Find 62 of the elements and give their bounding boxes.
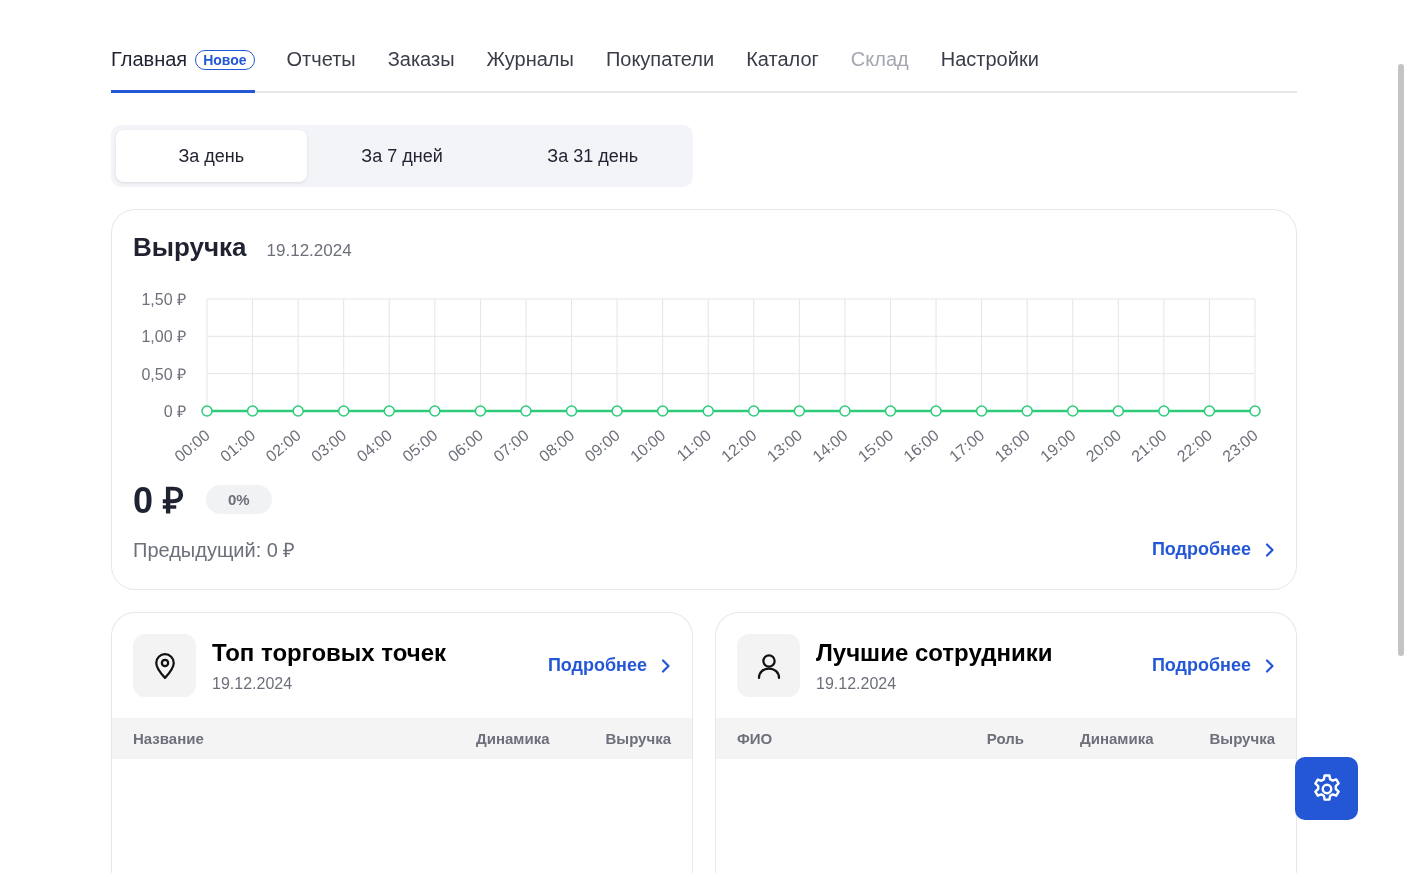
date-label: 19.12.2024 bbox=[266, 241, 352, 261]
data-point bbox=[520, 405, 532, 417]
column-header: Роль bbox=[986, 730, 1024, 747]
data-point bbox=[793, 405, 806, 417]
data-point bbox=[839, 405, 851, 417]
data-point bbox=[1203, 405, 1216, 417]
y-axis-label: 1,50 ₽ bbox=[141, 291, 186, 308]
data-point bbox=[930, 405, 942, 417]
y-axis-label: 0,50 ₽ bbox=[141, 365, 186, 383]
period-tab[interactable]: За день bbox=[116, 130, 307, 182]
data-point bbox=[474, 405, 487, 417]
y-axis-label: 0 ₽ bbox=[163, 403, 186, 420]
column-header: Динамика bbox=[476, 730, 550, 747]
column-header: Выручка bbox=[605, 730, 671, 747]
period-tab[interactable]: За 7 дней bbox=[306, 130, 498, 182]
chevron-right-icon bbox=[661, 658, 671, 673]
chevron-right-icon bbox=[1265, 658, 1275, 673]
data-point bbox=[656, 405, 669, 417]
data-point bbox=[748, 405, 760, 417]
data-point bbox=[565, 405, 578, 417]
revenue-total: 0 ₽ bbox=[133, 479, 185, 523]
nav-tab[interactable]: Настройки bbox=[940, 36, 1039, 93]
data-point bbox=[383, 405, 395, 417]
nav-tab[interactable]: Каталог bbox=[746, 36, 819, 93]
column-header: Динамика bbox=[1080, 730, 1154, 747]
data-point bbox=[1021, 405, 1033, 417]
nav-tab[interactable]: Заказы bbox=[387, 36, 455, 93]
data-point bbox=[611, 405, 623, 417]
details-link[interactable]: Подробнее bbox=[547, 655, 671, 676]
column-header: ФИО bbox=[737, 730, 774, 747]
y-axis-label: 1,00 ₽ bbox=[141, 328, 186, 346]
data-point bbox=[201, 405, 213, 417]
nav-tab[interactable]: Главная Новое bbox=[111, 36, 255, 93]
chevron-right-icon bbox=[1265, 542, 1275, 557]
previous-value: Предыдущий: 0 ₽ bbox=[133, 538, 296, 563]
column-header: Выручка bbox=[1209, 730, 1275, 747]
data-point bbox=[975, 405, 988, 417]
scrollbar-thumb[interactable] bbox=[1398, 64, 1404, 656]
data-point bbox=[1158, 405, 1170, 417]
date-label: 19.12.2024 bbox=[212, 674, 294, 693]
settings-button[interactable] bbox=[1295, 757, 1358, 820]
column-header: Название bbox=[133, 730, 205, 747]
data-point bbox=[1067, 405, 1079, 417]
details-link[interactable]: Подробнее bbox=[1151, 655, 1275, 676]
panel-title: Топ торговых точек bbox=[212, 638, 448, 667]
data-point bbox=[1249, 405, 1261, 417]
data-point bbox=[702, 405, 714, 417]
card-title: Выручка bbox=[133, 232, 247, 263]
details-link[interactable]: Подробнее bbox=[1151, 539, 1275, 560]
period-tab[interactable]: За 31 день bbox=[497, 130, 688, 182]
data-point bbox=[246, 405, 259, 417]
nav-tab[interactable]: Отчеты bbox=[286, 36, 356, 93]
change-badge: 0% bbox=[206, 485, 272, 514]
nav-tab[interactable]: Журналы bbox=[486, 36, 574, 93]
date-label: 19.12.2024 bbox=[816, 674, 898, 693]
panel-title: Лучшие сотрудники bbox=[816, 638, 1054, 667]
data-point bbox=[429, 405, 441, 417]
data-point bbox=[1112, 405, 1125, 417]
data-point bbox=[884, 405, 897, 417]
nav-tab[interactable]: Покупатели bbox=[605, 36, 715, 93]
data-point bbox=[292, 405, 304, 417]
data-point bbox=[337, 405, 350, 417]
